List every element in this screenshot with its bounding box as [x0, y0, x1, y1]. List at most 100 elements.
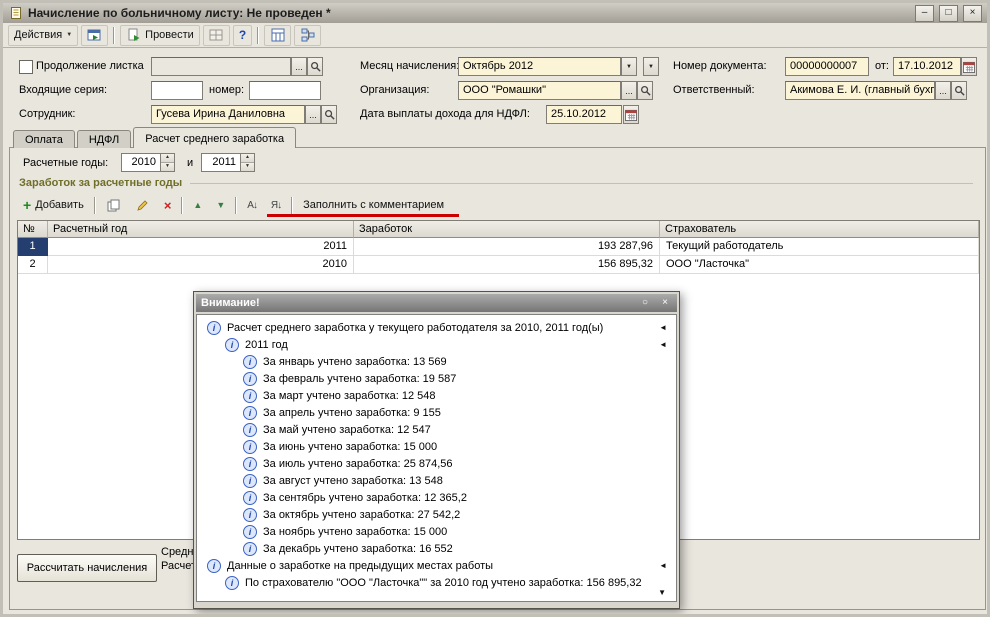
message-line[interactable]: i За январь учтено заработка: 13 569 [197, 353, 676, 370]
cell-insurer[interactable]: Текущий работодатель [660, 238, 979, 256]
header-cell[interactable]: Страхователь [660, 221, 979, 238]
spin-down-icon[interactable]: ▼ [241, 163, 254, 171]
message-line[interactable]: i За апрель учтено заработка: 9 155 [197, 404, 676, 421]
info-icon: i [225, 337, 239, 352]
tab[interactable]: Оплата [13, 130, 75, 148]
org-choose-button[interactable]: ... [621, 81, 637, 100]
toolbar-separator [113, 26, 116, 44]
header-cell[interactable]: № [18, 221, 48, 238]
org-field[interactable]: ООО "Ромашки" [458, 81, 621, 100]
open-list-icon-button[interactable] [81, 24, 109, 46]
spin-down-icon[interactable]: ▼ [161, 163, 174, 171]
message-line[interactable]: i За сентябрь учтено заработка: 12 365,2 [197, 489, 676, 506]
message-line[interactable]: i За март учтено заработка: 12 548 [197, 387, 676, 404]
edit-row-button[interactable] [129, 195, 156, 215]
message-line[interactable]: i За август учтено заработка: 13 548 [197, 472, 676, 489]
employee-field[interactable]: Гусева Ирина Даниловна [151, 105, 305, 124]
calculate-accruals-button[interactable]: Рассчитать начисления [17, 554, 157, 582]
report-icon-button[interactable] [264, 24, 292, 46]
message-line[interactable]: i Расчет среднего заработка у текущего р… [197, 319, 676, 336]
message-line[interactable]: i За декабрь учтено заработка: 16 552 [197, 540, 676, 557]
info-icon: i [243, 507, 257, 522]
cell-year[interactable]: 2011 [48, 238, 354, 256]
table-row[interactable]: 2 2010 156 895,32 ООО "Ласточка" [18, 256, 979, 274]
magnifier-icon [954, 86, 965, 96]
year-end-field[interactable]: 2011 [201, 153, 241, 172]
message-line[interactable]: i За февраль учтено заработка: 19 587 [197, 370, 676, 387]
doc-date-field[interactable]: 17.10.2012 [893, 57, 961, 76]
cell-row-number[interactable]: 1 [18, 238, 48, 256]
report-icon [270, 28, 285, 43]
sort-asc-button[interactable]: А↓ [241, 195, 263, 215]
responsible-find-button[interactable] [951, 81, 967, 100]
month-dropdown-button[interactable]: ▼ [621, 57, 637, 76]
message-line[interactable]: i 2011 год ◄ [197, 336, 676, 353]
maximize-button[interactable]: □ [939, 4, 958, 22]
employee-find-button[interactable] [321, 105, 337, 124]
message-text: За декабрь учтено заработка: 16 552 [263, 542, 453, 555]
warning-title: Внимание! [201, 297, 260, 309]
title-bar[interactable]: Начисление по больничному листу: Не пров… [3, 3, 987, 23]
move-up-icon: ▲ [193, 200, 203, 210]
tab[interactable]: НДФЛ [76, 130, 132, 148]
actions-menu-button[interactable]: Действия ▼ [8, 24, 79, 46]
continuation-checkbox[interactable] [19, 60, 33, 74]
structure-icon-button[interactable] [294, 24, 322, 46]
year-start-field[interactable]: 2010 [121, 153, 161, 172]
postings-icon-button[interactable] [202, 24, 230, 46]
cell-year[interactable]: 2010 [48, 256, 354, 274]
month-picker-button[interactable]: ▼ [643, 57, 659, 76]
message-line[interactable]: i За октябрь учтено заработка: 27 542,2 [197, 506, 676, 523]
header-cell[interactable]: Расчетный год [48, 221, 354, 238]
tab[interactable]: Расчет среднего заработка [133, 127, 297, 148]
continuation-field[interactable] [151, 57, 291, 76]
month-field[interactable]: Октябрь 2012 [458, 57, 621, 76]
warning-close-button[interactable]: × [658, 296, 672, 310]
message-text: За июнь учтено заработка: 15 000 [263, 440, 438, 453]
responsible-field[interactable]: Акимова Е. И. (главный бухгал [785, 81, 935, 100]
cell-row-number[interactable]: 2 [18, 256, 48, 274]
annotation-underline [267, 214, 459, 217]
add-row-button[interactable]: + Добавить [17, 195, 90, 215]
message-line[interactable]: i По страхователю "ООО "Ласточка"" за 20… [197, 574, 676, 591]
continuation-find-button[interactable] [307, 57, 323, 76]
sort-desc-button[interactable]: Я↓ [265, 195, 287, 215]
employee-choose-button[interactable]: ... [305, 105, 321, 124]
warning-titlebar[interactable]: Внимание! ○ × [196, 294, 677, 312]
cell-insurer[interactable]: ООО "Ласточка" [660, 256, 979, 274]
header-cell[interactable]: Заработок [354, 221, 660, 238]
move-down-button[interactable]: ▼ [210, 195, 231, 215]
responsible-choose-button[interactable]: ... [935, 81, 951, 100]
help-button[interactable]: ? [232, 24, 253, 46]
copy-row-button[interactable] [100, 195, 127, 215]
series-field[interactable] [151, 81, 203, 100]
close-button[interactable]: × [963, 4, 982, 22]
table-row[interactable]: 1 2011 193 287,96 Текущий работодатель [18, 238, 979, 256]
spin-up-icon[interactable]: ▲ [241, 154, 254, 163]
ndfl-calendar-button[interactable] [623, 105, 639, 124]
doc-number-field[interactable]: 00000000007 [785, 57, 869, 76]
post-button[interactable]: Провести [120, 24, 200, 46]
minimize-button[interactable]: – [915, 4, 934, 22]
number-field[interactable] [249, 81, 321, 100]
message-text: За ноябрь учтено заработка: 15 000 [263, 525, 448, 538]
delete-row-button[interactable]: × [158, 195, 178, 215]
org-find-button[interactable] [637, 81, 653, 100]
message-line[interactable]: i За ноябрь учтено заработка: 15 000 [197, 523, 676, 540]
doc-date-calendar-button[interactable] [961, 57, 977, 76]
fill-comment-label: Заполнить с комментарием [303, 199, 445, 211]
move-up-button[interactable]: ▲ [187, 195, 208, 215]
message-line[interactable]: i За июнь учтено заработка: 15 000 [197, 438, 676, 455]
continuation-choose-button[interactable]: ... [291, 57, 307, 76]
message-line[interactable]: i Данные о заработке на предыдущих места… [197, 557, 676, 574]
message-line[interactable]: i За июль учтено заработка: 25 874,56 [197, 455, 676, 472]
magnifier-icon [640, 86, 651, 96]
ndfl-date-field[interactable]: 25.10.2012 [546, 105, 622, 124]
fill-comment-button[interactable]: Заполнить с комментарием [297, 195, 450, 215]
section-rule [190, 182, 973, 184]
cell-earnings[interactable]: 193 287,96 [354, 238, 660, 256]
pin-button[interactable]: ○ [638, 296, 652, 310]
cell-earnings[interactable]: 156 895,32 [354, 256, 660, 274]
spin-up-icon[interactable]: ▲ [161, 154, 174, 163]
message-line[interactable]: i За май учтено заработка: 12 547 [197, 421, 676, 438]
